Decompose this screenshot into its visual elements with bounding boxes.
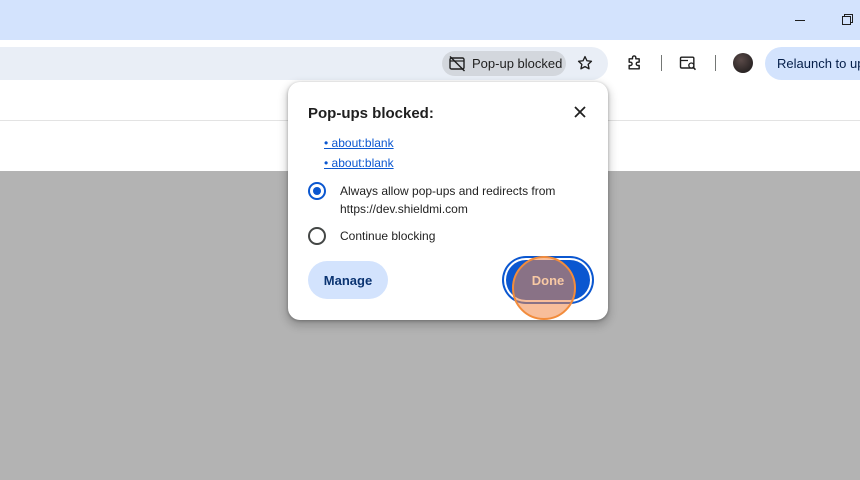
allow-popups-radio[interactable] [308, 182, 326, 200]
popup-blocked-chip[interactable]: Pop-up blocked [442, 51, 566, 76]
restore-icon[interactable] [838, 12, 854, 28]
tab-search-icon[interactable] [677, 52, 699, 74]
popup-blocked-icon [448, 55, 466, 73]
puzzle-icon[interactable] [624, 52, 646, 74]
close-icon[interactable] [570, 102, 590, 122]
done-button[interactable] [504, 258, 592, 302]
manage-button[interactable]: Manage [308, 261, 388, 299]
bookmark-star-icon[interactable] [574, 52, 596, 74]
popup-blocked-dialog: Pop-ups blocked: • about:blank • about:b… [288, 82, 608, 320]
toolbar-separator [661, 55, 662, 71]
minimize-icon[interactable] [792, 12, 808, 28]
allow-popups-label: Always allow pop-ups and redirects from … [340, 184, 556, 216]
continue-blocking-radio[interactable] [308, 227, 326, 245]
blocked-popup-link[interactable]: • about:blank [324, 156, 394, 170]
allow-popups-option[interactable]: Always allow pop-ups and redirects from … [308, 182, 570, 218]
dialog-title: Pop-ups blocked: [308, 105, 434, 122]
relaunch-button[interactable]: Relaunch to update [765, 47, 860, 80]
continue-blocking-label: Continue blocking [340, 229, 436, 243]
profile-avatar[interactable] [733, 53, 753, 73]
blocked-popup-link[interactable]: • about:blank [324, 136, 394, 150]
toolbar-separator [715, 55, 716, 71]
title-bar [0, 0, 860, 40]
popup-blocked-label: Pop-up blocked [472, 56, 563, 71]
continue-blocking-option[interactable]: Continue blocking [308, 227, 570, 245]
toolbar: Pop-up blocked Relaunch to update [0, 40, 860, 86]
browser-window: Pop-up blocked Relaunch to update [0, 0, 860, 480]
